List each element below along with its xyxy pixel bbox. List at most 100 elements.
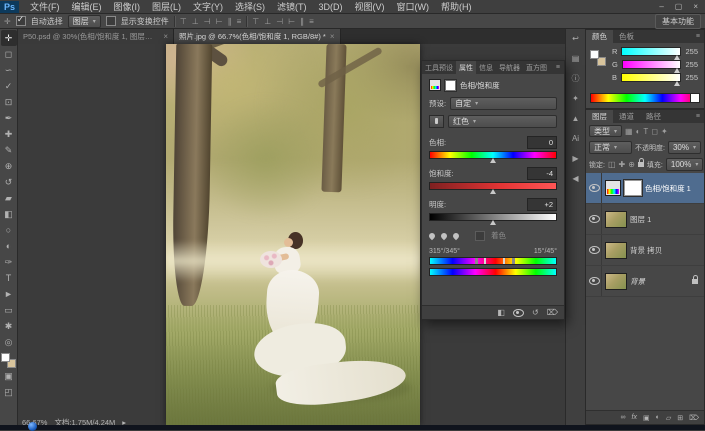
channel-dropdown[interactable]: 红色: [448, 115, 557, 128]
distribute-left-icon[interactable]: ⊣: [276, 17, 283, 26]
marquee-tool[interactable]: ◻: [1, 46, 17, 62]
align-center-icon[interactable]: ∥: [228, 17, 232, 26]
tab-color[interactable]: 颜色: [586, 30, 613, 43]
navigator-panel-icon[interactable]: ▲: [572, 114, 580, 124]
layer-row-background[interactable]: 背景: [586, 266, 704, 297]
layer-name[interactable]: 色相/饱和度 1: [645, 183, 691, 194]
filter-type-dropdown[interactable]: 类型: [589, 125, 622, 137]
align-left-icon[interactable]: ⊣: [204, 17, 211, 26]
foreground-color-swatch[interactable]: [590, 50, 599, 59]
menu-select[interactable]: 选择(S): [229, 0, 271, 13]
filter-type-icon[interactable]: T: [643, 127, 648, 136]
workspace-switcher-button[interactable]: 基本功能: [655, 14, 701, 29]
pen-tool[interactable]: ✑: [1, 254, 17, 270]
slider-thumb[interactable]: [490, 189, 496, 194]
hue-value[interactable]: 0: [527, 136, 557, 149]
blue-slider[interactable]: [621, 73, 681, 82]
subtract-from-sample-eyedropper-icon[interactable]: [452, 231, 460, 239]
targeted-adjustment-icon[interactable]: [429, 115, 444, 128]
auto-select-checkbox[interactable]: [16, 16, 26, 26]
opacity-dropdown[interactable]: 30%: [668, 141, 701, 154]
layer-name[interactable]: 背景: [630, 276, 645, 287]
menu-help[interactable]: 帮助(H): [435, 0, 478, 13]
actions-panel-icon[interactable]: ▤: [572, 54, 580, 64]
info-panel-icon[interactable]: ⓘ: [572, 74, 580, 84]
shape-tool[interactable]: ▭: [1, 302, 17, 318]
adjustment-layer-thumbnail[interactable]: [605, 180, 621, 196]
layer-name[interactable]: 背景 拷贝: [630, 245, 662, 256]
filter-adjustment-icon[interactable]: ◐: [636, 127, 641, 136]
white-chip[interactable]: [690, 94, 699, 102]
lightness-value[interactable]: +2: [527, 198, 557, 211]
align-middle-icon[interactable]: ≡: [237, 17, 242, 26]
lock-transparency-icon[interactable]: ◫: [608, 160, 616, 169]
menu-image[interactable]: 图像(I): [108, 0, 147, 13]
path-selection-tool[interactable]: ►: [1, 286, 17, 302]
saturation-slider[interactable]: [429, 182, 557, 190]
reset-icon[interactable]: ↺: [532, 308, 539, 317]
range-marker[interactable]: [512, 258, 515, 264]
layer-style-icon[interactable]: fx: [632, 414, 637, 421]
tab-tool-presets[interactable]: 工具预设: [422, 61, 456, 74]
document-tab-jpg[interactable]: 照片.jpg @ 66.7%(色相/饱和度 1, RGB/8#) * ×: [174, 29, 341, 44]
layer-mask-thumbnail[interactable]: [624, 180, 642, 196]
new-layer-icon[interactable]: ⊞: [677, 414, 683, 422]
close-button[interactable]: ×: [693, 2, 698, 11]
range-marker[interactable]: [503, 258, 505, 264]
brush-tool[interactable]: ✎: [1, 142, 17, 158]
tab-paths[interactable]: 路径: [640, 110, 667, 123]
quick-mask-button[interactable]: ▣: [1, 368, 17, 384]
range-marker[interactable]: [484, 258, 486, 264]
collapse-panel-icon[interactable]: ◀: [572, 174, 578, 184]
new-group-icon[interactable]: ▱: [666, 414, 671, 422]
color-spectrum-ramp[interactable]: [590, 93, 700, 103]
tab-layers[interactable]: 图层: [586, 110, 613, 123]
type-tool[interactable]: T: [1, 270, 17, 286]
clip-to-layer-icon[interactable]: ◧: [497, 308, 505, 317]
foreground-color-swatch[interactable]: [1, 353, 10, 362]
panel-menu-icon[interactable]: ≡: [552, 61, 564, 74]
history-panel-icon[interactable]: ↩: [572, 34, 579, 44]
crop-tool[interactable]: ⊡: [1, 94, 17, 110]
blend-mode-dropdown[interactable]: 正常: [589, 141, 632, 154]
restore-button[interactable]: ▢: [675, 2, 683, 11]
styles-panel-icon[interactable]: ✦: [572, 94, 579, 104]
blur-tool[interactable]: ○: [1, 222, 17, 238]
quick-selection-tool[interactable]: ✓: [1, 78, 17, 94]
menu-type[interactable]: 文字(Y): [187, 0, 229, 13]
slider-thumb[interactable]: [674, 81, 680, 86]
eye-icon[interactable]: [589, 215, 600, 223]
menu-layer[interactable]: 图层(L): [146, 0, 187, 13]
clone-stamp-tool[interactable]: ⊕: [1, 158, 17, 174]
eyedropper-tool[interactable]: ✒: [1, 110, 17, 126]
tab-histogram[interactable]: 直方图: [523, 61, 550, 74]
eye-icon[interactable]: [589, 246, 600, 254]
tab-properties[interactable]: 属性: [456, 61, 476, 74]
align-top-icon[interactable]: ⊤: [180, 17, 187, 26]
layer-thumbnail[interactable]: [605, 242, 627, 259]
layer-name[interactable]: 图层 1: [630, 214, 651, 225]
distribute-bottom-icon[interactable]: ⊥: [264, 17, 271, 26]
distribute-top-icon[interactable]: ⊤: [252, 17, 259, 26]
add-to-sample-eyedropper-icon[interactable]: [440, 231, 448, 239]
document-photo[interactable]: [166, 44, 420, 425]
slider-thumb[interactable]: [490, 158, 496, 163]
lock-all-icon[interactable]: [638, 162, 644, 167]
layer-thumbnail[interactable]: [605, 211, 627, 228]
tab-swatches[interactable]: 色板: [613, 30, 640, 43]
range-marker[interactable]: [475, 258, 478, 264]
expand-panel-icon[interactable]: ▶: [572, 154, 578, 164]
panel-menu-icon[interactable]: ≡: [692, 110, 704, 123]
menu-filter[interactable]: 滤镜(T): [271, 0, 313, 13]
menu-file[interactable]: 文件(F): [24, 0, 66, 13]
green-slider[interactable]: [622, 60, 682, 69]
layer-row-layer1[interactable]: 图层 1: [586, 204, 704, 235]
menu-3d[interactable]: 3D(D): [313, 2, 349, 12]
lock-pixels-icon[interactable]: ⊕: [628, 160, 635, 169]
hand-tool[interactable]: ✱: [1, 318, 17, 334]
filter-smartobject-icon[interactable]: ✦: [661, 127, 668, 136]
history-brush-tool[interactable]: ↺: [1, 174, 17, 190]
menu-edit[interactable]: 编辑(E): [66, 0, 108, 13]
slider-thumb[interactable]: [490, 220, 496, 225]
document-tab-psd[interactable]: P50.psd @ 30%(色相/饱和度 1, 图层蒙版/8) ×: [18, 29, 174, 44]
